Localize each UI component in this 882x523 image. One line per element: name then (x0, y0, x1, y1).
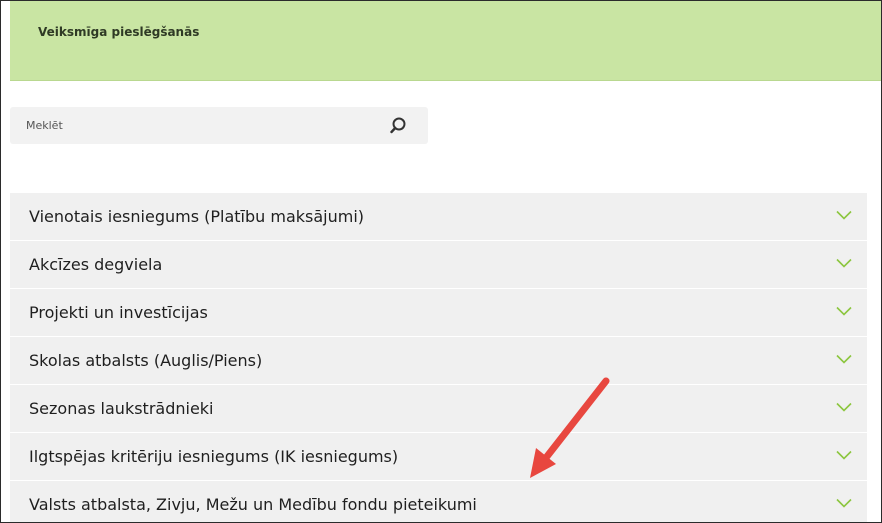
accordion-item-skolas-atbalsts[interactable]: Skolas atbalsts (Auglis/Piens) (10, 337, 867, 385)
success-banner: Veiksmīga pieslēgšanās (10, 1, 881, 81)
chevron-down-icon[interactable] (836, 306, 852, 316)
search-icon[interactable] (390, 116, 410, 136)
chevron-down-icon[interactable] (836, 210, 852, 220)
accordion-item-label: Vienotais iesniegums (Platību maksājumi) (29, 207, 365, 226)
accordion-item-projekti-investicijas[interactable]: Projekti un investīcijas (10, 289, 867, 337)
category-accordion: Vienotais iesniegums (Platību maksājumi)… (10, 193, 867, 522)
accordion-item-akcizes-degviela[interactable]: Akcīzes degviela (10, 241, 867, 289)
accordion-item-sezonas-laukstradnieki[interactable]: Sezonas laukstrādnieki (10, 385, 867, 433)
search-input[interactable] (10, 107, 370, 144)
accordion-item-ilgtspejas-kriteriju[interactable]: Ilgtspējas kritēriju iesniegums (IK iesn… (10, 433, 867, 481)
chevron-down-icon[interactable] (836, 498, 852, 508)
search-box (10, 107, 428, 144)
chevron-down-icon[interactable] (836, 258, 852, 268)
accordion-item-label: Akcīzes degviela (29, 255, 163, 274)
chevron-down-icon[interactable] (836, 450, 852, 460)
chevron-down-icon[interactable] (836, 354, 852, 364)
accordion-item-label: Valsts atbalsta, Zivju, Mežu un Medību f… (29, 495, 477, 514)
accordion-item-valsts-atbalsta[interactable]: Valsts atbalsta, Zivju, Mežu un Medību f… (10, 481, 867, 522)
page-frame: Veiksmīga pieslēgšanās Vienotais iesnieg… (0, 0, 882, 523)
chevron-down-icon[interactable] (836, 402, 852, 412)
accordion-item-label: Sezonas laukstrādnieki (29, 399, 214, 418)
accordion-item-label: Ilgtspējas kritēriju iesniegums (IK iesn… (29, 447, 399, 466)
accordion-item-label: Projekti un investīcijas (29, 303, 208, 322)
accordion-item-vienotais-iesniegums[interactable]: Vienotais iesniegums (Platību maksājumi) (10, 193, 867, 241)
success-message: Veiksmīga pieslēgšanās (38, 25, 200, 39)
accordion-item-label: Skolas atbalsts (Auglis/Piens) (29, 351, 263, 370)
